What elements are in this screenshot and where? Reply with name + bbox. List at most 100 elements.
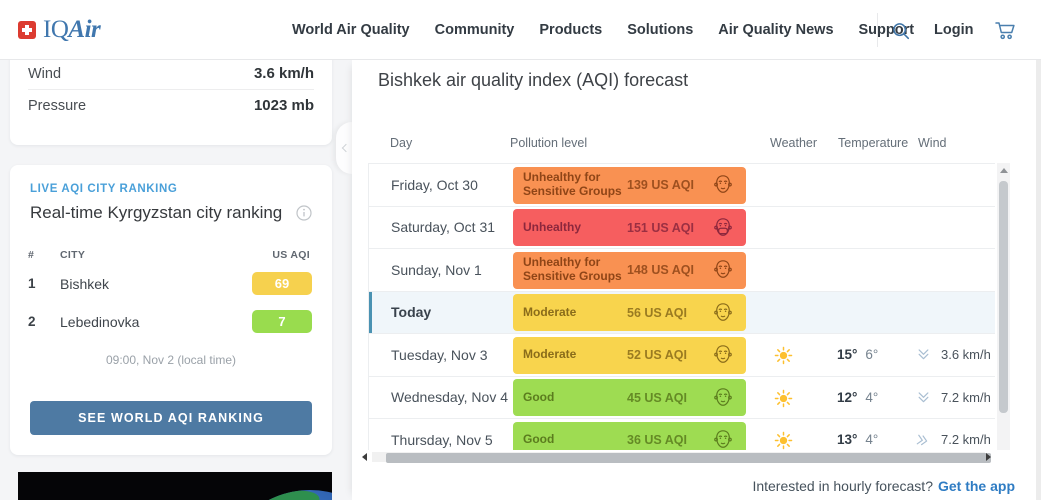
brand-text: IQAir [43, 18, 100, 42]
face-icon [710, 342, 736, 368]
brand-air: Air [68, 16, 100, 43]
pollution-level-label: Unhealthy for Sensitive Groups [523, 256, 627, 284]
globe-image [220, 490, 332, 500]
pollution-level-label: Unhealthy [523, 221, 627, 235]
stat-value: 1023 mb [254, 97, 314, 114]
horizontal-scrollbar-track[interactable] [372, 452, 985, 462]
pollution-aqi-value: 36 US AQI [627, 433, 687, 447]
pollution-aqi-value: 45 US AQI [627, 391, 687, 405]
ranking-column-headers: # CITY US AQI [10, 249, 332, 263]
vertical-scrollbar[interactable] [997, 163, 1010, 450]
forecast-day: Thursday, Nov 5 [391, 419, 493, 450]
rank-number: 1 [28, 276, 36, 291]
face-icon [710, 300, 736, 326]
cart-icon[interactable] [994, 19, 1016, 41]
sun-icon [773, 345, 794, 366]
vertical-scrollbar-thumb[interactable] [999, 181, 1008, 413]
face-icon [710, 385, 736, 411]
scroll-left-arrow-icon[interactable] [362, 453, 367, 461]
wind-speed: 7.2 km/h [941, 377, 991, 419]
page: Wind 3.6 km/h Pressure 1023 mb LIVE AQI … [0, 0, 1041, 500]
pollution-pill: Moderate 56 US AQI [513, 294, 746, 331]
ranking-eyebrow: LIVE AQI CITY RANKING [30, 183, 312, 195]
window-scrollbar[interactable] [1036, 60, 1041, 500]
horizontal-scrollbar-thumb[interactable] [386, 453, 991, 463]
horizontal-scrollbar[interactable] [360, 450, 1023, 463]
weather-stats-card: Wind 3.6 km/h Pressure 1023 mb [10, 50, 332, 145]
forecast-day: Friday, Oct 30 [391, 164, 478, 206]
ranking-timestamp: 09:00, Nov 2 (local time) [10, 353, 332, 367]
login-button[interactable]: Login [934, 22, 973, 38]
temp-low: 6° [865, 347, 878, 362]
pollution-level-label: Moderate [523, 348, 627, 362]
stat-label: Pressure [28, 98, 86, 114]
aqi-badge: 69 [252, 272, 312, 295]
temp-high: 13° [837, 432, 857, 447]
nav-products[interactable]: Products [539, 22, 602, 38]
header-divider [877, 13, 878, 47]
get-the-app-link[interactable]: Get the app [938, 478, 1015, 494]
pollution-aqi-value: 52 US AQI [627, 348, 687, 362]
info-icon[interactable] [296, 205, 312, 221]
swiss-cross-icon [18, 21, 36, 39]
pollution-pill: Good 36 US AQI [513, 422, 746, 450]
scroll-up-arrow-icon[interactable] [1000, 168, 1008, 173]
city-name: Bishkek [60, 276, 109, 292]
forecast-day: Saturday, Oct 31 [391, 207, 495, 249]
chevron-left-icon [341, 144, 349, 152]
stat-row-pressure: Pressure 1023 mb [28, 90, 314, 121]
forecast-day: Today [391, 292, 431, 334]
face-icon [710, 172, 736, 198]
column-header-pollution: Pollution level [510, 136, 587, 150]
nav-world-air-quality[interactable]: World Air Quality [292, 22, 410, 38]
wind-direction-icon [914, 389, 933, 408]
pollution-pill: Good 45 US AQI [513, 379, 746, 416]
page-title: Bishkek air quality index (AQI) forecast [378, 70, 688, 91]
header: IQAir World Air Quality Community Produc… [0, 0, 1041, 60]
forecast-row: Thursday, Nov 5 Good 36 US AQI 13° 4° 7.… [369, 419, 995, 450]
sun-icon [773, 430, 794, 450]
ranking-title-row: Real-time Kyrgyzstan city ranking [30, 203, 312, 223]
temperature-cell: 12° 4° [837, 377, 878, 419]
col-city: CITY [60, 249, 85, 261]
iqair-logo[interactable]: IQAir [18, 18, 100, 42]
column-header-wind: Wind [918, 136, 946, 150]
wind-speed: 3.6 km/h [941, 334, 991, 376]
temperature-cell: 15° 6° [837, 334, 878, 376]
wind-direction-icon [914, 346, 933, 365]
nav-air-quality-news[interactable]: Air Quality News [718, 22, 833, 38]
forecast-day: Tuesday, Nov 3 [391, 334, 488, 376]
forecast-row: Saturday, Oct 31 Unhealthy 151 US AQI [369, 207, 995, 250]
stat-value: 3.6 km/h [254, 65, 314, 82]
nav-community[interactable]: Community [435, 22, 515, 38]
earth-banner-image[interactable] [18, 472, 332, 500]
pollution-level-label: Good [523, 433, 627, 447]
city-ranking-card: LIVE AQI CITY RANKING Real-time Kyrgyzst… [10, 165, 332, 455]
pollution-level-label: Moderate [523, 306, 627, 320]
ranking-row-lebedinovka[interactable]: 2 Lebedinovka 7 [10, 305, 332, 339]
brand-iq: IQ [43, 16, 68, 43]
wind-speed: 7.2 km/h [941, 419, 991, 450]
scroll-right-arrow-icon[interactable] [986, 453, 991, 461]
ranking-row-bishkek[interactable]: 1 Bishkek 69 [10, 267, 332, 301]
pollution-pill: Unhealthy for Sensitive Groups 139 US AQ… [513, 167, 746, 204]
nav-solutions[interactable]: Solutions [627, 22, 693, 38]
stat-row-wind: Wind 3.6 km/h [28, 58, 314, 89]
temp-low: 4° [865, 390, 878, 405]
pollution-aqi-value: 56 US AQI [627, 306, 687, 320]
forecast-table: Friday, Oct 30 Unhealthy for Sensitive G… [368, 163, 995, 450]
temp-high: 12° [837, 390, 857, 405]
sidebar-collapse-handle[interactable] [336, 122, 352, 174]
see-world-aqi-ranking-button[interactable]: SEE WORLD AQI RANKING [30, 401, 312, 435]
face-icon [710, 257, 736, 283]
column-header-weather: Weather [770, 136, 817, 150]
sun-icon [773, 388, 794, 409]
face-mask-icon [710, 215, 736, 241]
column-header-temperature: Temperature [838, 136, 908, 150]
pollution-level-label: Unhealthy for Sensitive Groups [523, 171, 627, 199]
forecast-day: Sunday, Nov 1 [391, 249, 482, 291]
col-rank: # [28, 249, 34, 261]
search-icon[interactable] [891, 21, 911, 41]
hourly-question: Interested in hourly forecast? [752, 478, 933, 494]
column-header-day: Day [390, 136, 412, 150]
